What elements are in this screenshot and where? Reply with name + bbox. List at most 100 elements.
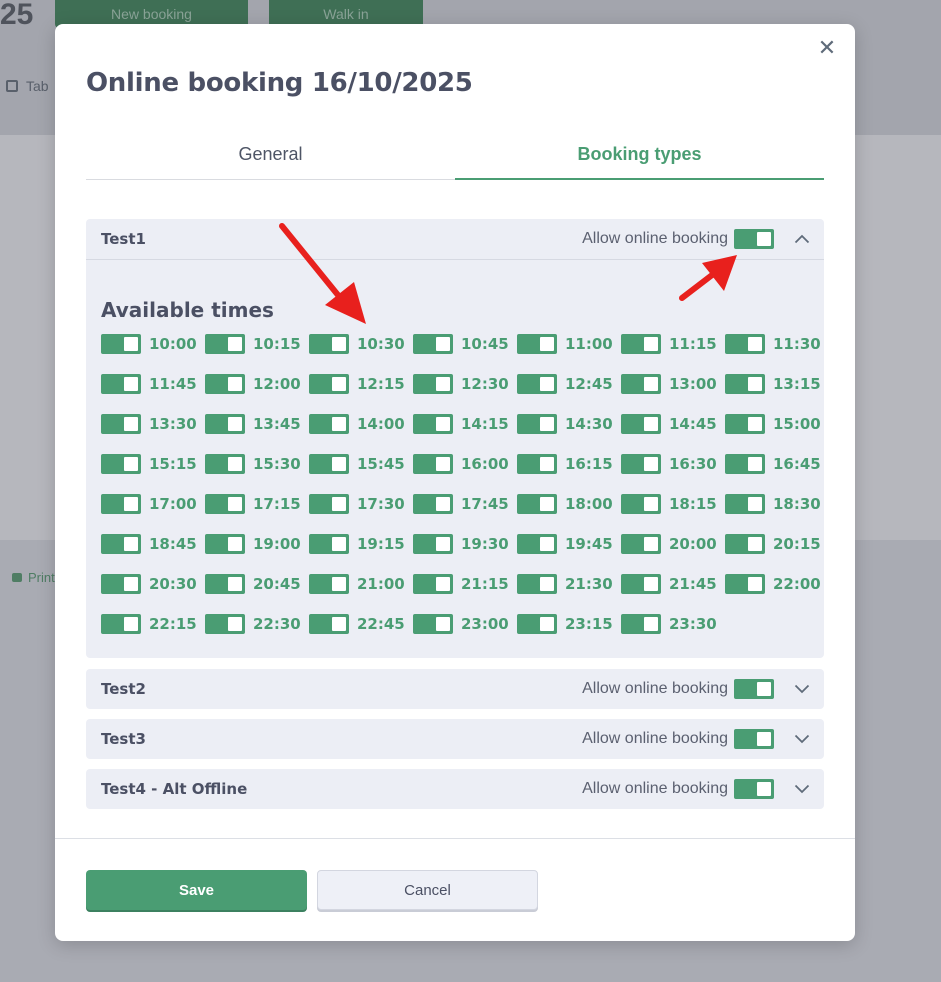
time-slot: 12:45 xyxy=(517,374,621,394)
time-slot-toggle[interactable] xyxy=(725,494,765,514)
time-slot-toggle[interactable] xyxy=(413,454,453,474)
time-slot-toggle[interactable] xyxy=(517,414,557,434)
save-button[interactable]: Save xyxy=(86,870,307,910)
time-slot-toggle[interactable] xyxy=(101,614,141,634)
time-slot-toggle[interactable] xyxy=(101,534,141,554)
time-slot-toggle[interactable] xyxy=(205,414,245,434)
time-slot-toggle[interactable] xyxy=(413,614,453,634)
time-slot-label: 10:00 xyxy=(149,335,197,353)
allow-online-booking-toggle[interactable] xyxy=(734,679,774,699)
time-slot-toggle[interactable] xyxy=(413,414,453,434)
toggle-knob xyxy=(748,537,762,551)
time-slot-toggle[interactable] xyxy=(621,414,661,434)
time-slot-toggle[interactable] xyxy=(621,374,661,394)
time-slot: 21:00 xyxy=(309,574,413,594)
time-slot: 17:45 xyxy=(413,494,517,514)
time-slot-toggle[interactable] xyxy=(309,374,349,394)
time-slot-toggle[interactable] xyxy=(309,494,349,514)
modal-tabs: General Booking types xyxy=(86,136,824,180)
allow-online-booking-toggle[interactable] xyxy=(734,729,774,749)
allow-online-booking-toggle[interactable] xyxy=(734,779,774,799)
time-slot-toggle[interactable] xyxy=(517,374,557,394)
cancel-button[interactable]: Cancel xyxy=(317,870,538,910)
tab-general[interactable]: General xyxy=(86,136,455,179)
time-slot-toggle[interactable] xyxy=(309,614,349,634)
time-slot-toggle[interactable] xyxy=(621,494,661,514)
time-slot-toggle[interactable] xyxy=(621,534,661,554)
time-slot-toggle[interactable] xyxy=(517,454,557,474)
background-tab: Tab xyxy=(6,78,49,94)
tab-booking-types[interactable]: Booking types xyxy=(455,136,824,180)
time-slot-toggle[interactable] xyxy=(621,334,661,354)
section-header[interactable]: Test1 Allow online booking xyxy=(86,219,824,259)
time-slot-toggle[interactable] xyxy=(517,334,557,354)
time-slot: 20:30 xyxy=(101,574,205,594)
section-name: Test1 xyxy=(101,230,146,248)
time-slot-toggle[interactable] xyxy=(517,574,557,594)
time-slot-toggle[interactable] xyxy=(621,454,661,474)
time-slot-toggle[interactable] xyxy=(205,374,245,394)
time-slot-label: 17:00 xyxy=(149,495,197,513)
toggle-knob xyxy=(644,417,658,431)
time-slot-toggle[interactable] xyxy=(101,334,141,354)
time-slot-toggle[interactable] xyxy=(725,574,765,594)
time-slot-toggle[interactable] xyxy=(725,334,765,354)
chevron-down-icon[interactable] xyxy=(782,669,822,709)
time-slot-label: 13:45 xyxy=(253,415,301,433)
time-slot-toggle[interactable] xyxy=(101,494,141,514)
time-slot-toggle[interactable] xyxy=(205,494,245,514)
time-slot-label: 15:45 xyxy=(357,455,405,473)
close-icon[interactable]: ✕ xyxy=(817,37,837,59)
time-slot-toggle[interactable] xyxy=(309,574,349,594)
time-slot: 21:30 xyxy=(517,574,621,594)
time-slot-toggle[interactable] xyxy=(725,534,765,554)
time-slot-toggle[interactable] xyxy=(413,574,453,594)
time-slot-label: 10:30 xyxy=(357,335,405,353)
time-slot: 16:15 xyxy=(517,454,621,474)
chevron-down-icon[interactable] xyxy=(782,719,822,759)
time-slot-toggle[interactable] xyxy=(205,534,245,554)
allow-online-booking-toggle[interactable] xyxy=(734,229,774,249)
time-slot-toggle[interactable] xyxy=(725,454,765,474)
time-slot-toggle[interactable] xyxy=(205,454,245,474)
time-slot-toggle[interactable] xyxy=(413,494,453,514)
time-slot: 22:15 xyxy=(101,614,205,634)
time-slot: 21:15 xyxy=(413,574,517,594)
time-slot-toggle[interactable] xyxy=(205,334,245,354)
allow-online-booking-label: Allow online booking xyxy=(582,780,728,797)
section-header[interactable]: Test3 Allow online booking xyxy=(86,719,824,759)
time-slot-toggle[interactable] xyxy=(413,334,453,354)
booking-type-section-test2: Test2 Allow online booking xyxy=(86,669,824,709)
time-slot-toggle[interactable] xyxy=(725,374,765,394)
time-slot-toggle[interactable] xyxy=(517,614,557,634)
section-header[interactable]: Test2 Allow online booking xyxy=(86,669,824,709)
time-slot-toggle[interactable] xyxy=(413,374,453,394)
time-slot-toggle[interactable] xyxy=(517,494,557,514)
time-slot-toggle[interactable] xyxy=(413,534,453,554)
time-slot: 23:00 xyxy=(413,614,517,634)
chevron-up-icon[interactable] xyxy=(782,219,822,259)
time-slot: 19:15 xyxy=(309,534,413,554)
time-slot-label: 18:45 xyxy=(149,535,197,553)
toggle-knob xyxy=(540,577,554,591)
toggle-knob xyxy=(757,782,771,796)
time-slot-toggle[interactable] xyxy=(205,574,245,594)
background-print-label: Print xyxy=(28,570,55,585)
time-slot-toggle[interactable] xyxy=(205,614,245,634)
chevron-down-icon[interactable] xyxy=(782,769,822,809)
time-slot-toggle[interactable] xyxy=(309,534,349,554)
time-slot-toggle[interactable] xyxy=(621,614,661,634)
time-slot-toggle[interactable] xyxy=(309,334,349,354)
time-slot-toggle[interactable] xyxy=(309,454,349,474)
time-slot: 10:45 xyxy=(413,334,517,354)
time-slot-toggle[interactable] xyxy=(517,534,557,554)
time-slot-toggle[interactable] xyxy=(101,574,141,594)
time-slot-toggle[interactable] xyxy=(309,414,349,434)
time-slot-toggle[interactable] xyxy=(621,574,661,594)
background-print: Print xyxy=(12,570,55,585)
time-slot-toggle[interactable] xyxy=(725,414,765,434)
time-slot-toggle[interactable] xyxy=(101,414,141,434)
time-slot-toggle[interactable] xyxy=(101,454,141,474)
time-slot-toggle[interactable] xyxy=(101,374,141,394)
section-header[interactable]: Test4 - Alt Offline Allow online booking xyxy=(86,769,824,809)
